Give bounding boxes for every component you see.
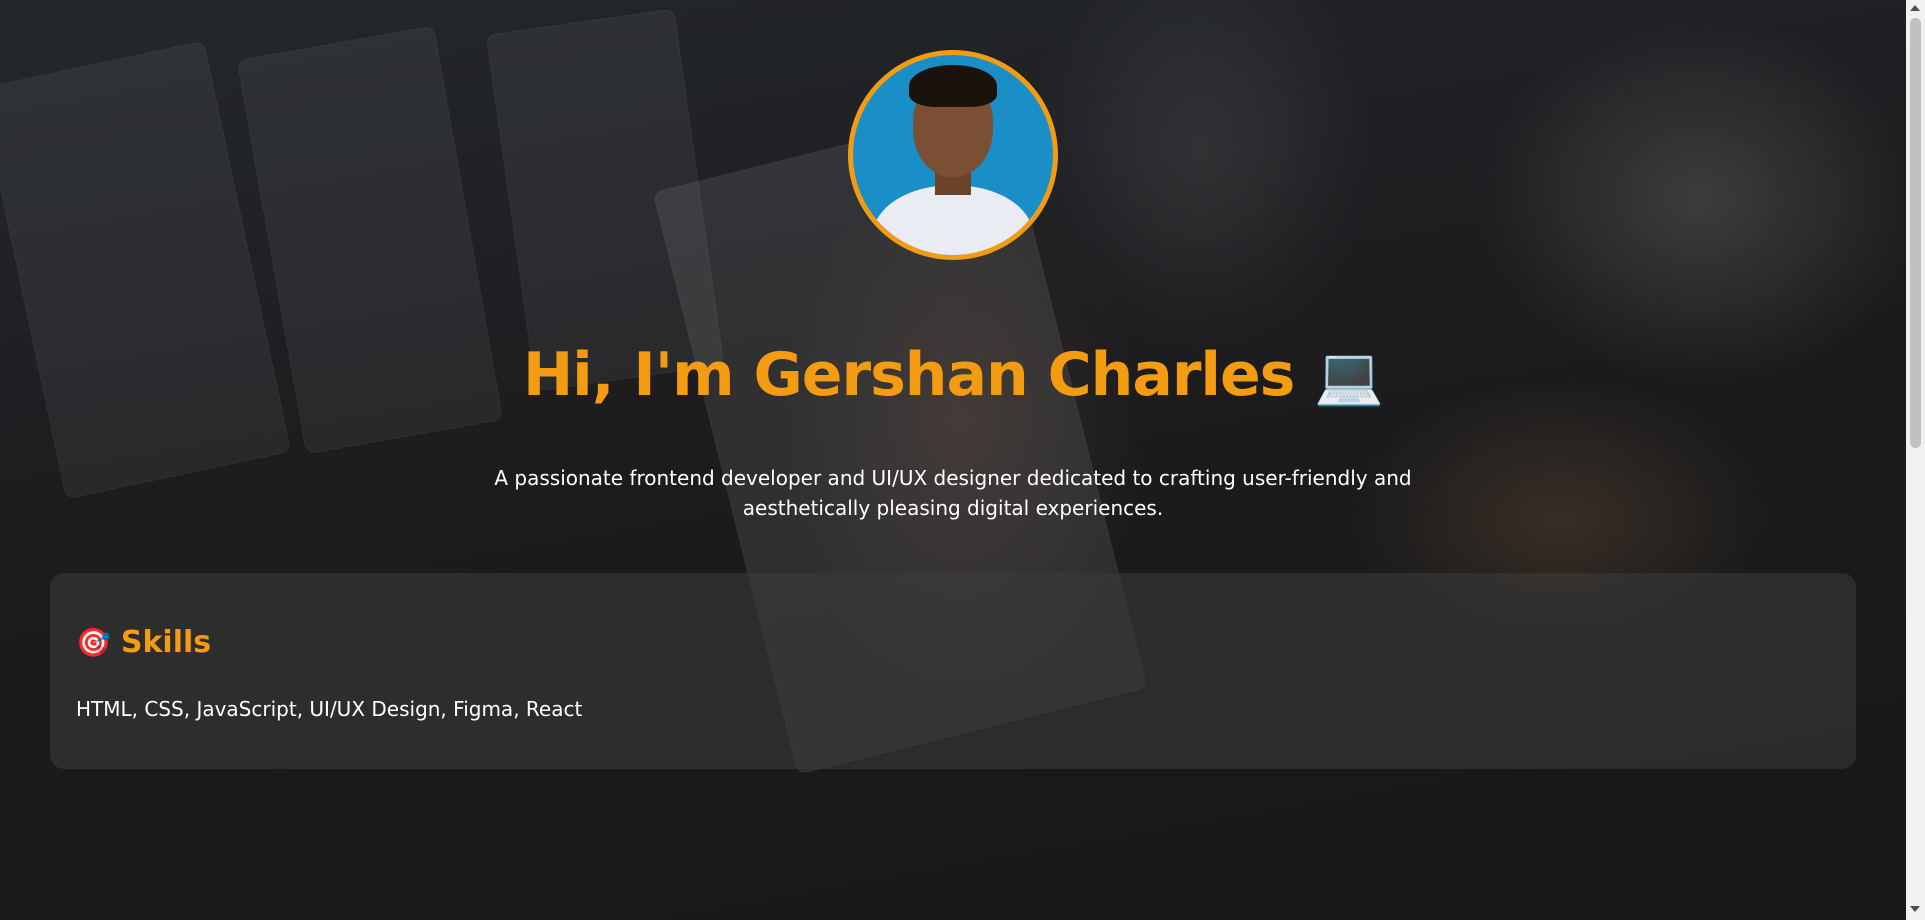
scroll-up-icon[interactable] bbox=[1910, 5, 1920, 11]
hero-subtitle: A passionate frontend developer and UI/U… bbox=[470, 463, 1436, 523]
hero-title-text: Hi, I'm Gershan Charles bbox=[522, 340, 1295, 410]
skills-list: HTML, CSS, JavaScript, UI/UX Design, Fig… bbox=[76, 697, 583, 721]
hero-subtitle-line: A passionate frontend developer and UI/U… bbox=[494, 466, 1412, 490]
avatar bbox=[848, 50, 1058, 260]
page-title: Hi, I'm Gershan Charles 💻 bbox=[0, 340, 1906, 410]
target-icon: 🎯 bbox=[76, 626, 111, 659]
skills-card: 🎯 Skills HTML, CSS, JavaScript, UI/UX De… bbox=[50, 573, 1856, 769]
skills-heading: 🎯 Skills bbox=[76, 625, 211, 660]
scroll-down-icon[interactable] bbox=[1910, 906, 1920, 912]
skills-heading-text: Skills bbox=[120, 625, 212, 660]
laptop-icon: 💻 bbox=[1314, 344, 1384, 409]
hero-subtitle-line: aesthetically pleasing digital experienc… bbox=[742, 496, 1164, 520]
scrollbar[interactable] bbox=[1906, 0, 1925, 920]
main-content: Hi, I'm Gershan Charles 💻 A passionate f… bbox=[0, 0, 1906, 920]
scroll-thumb[interactable] bbox=[1910, 18, 1921, 448]
